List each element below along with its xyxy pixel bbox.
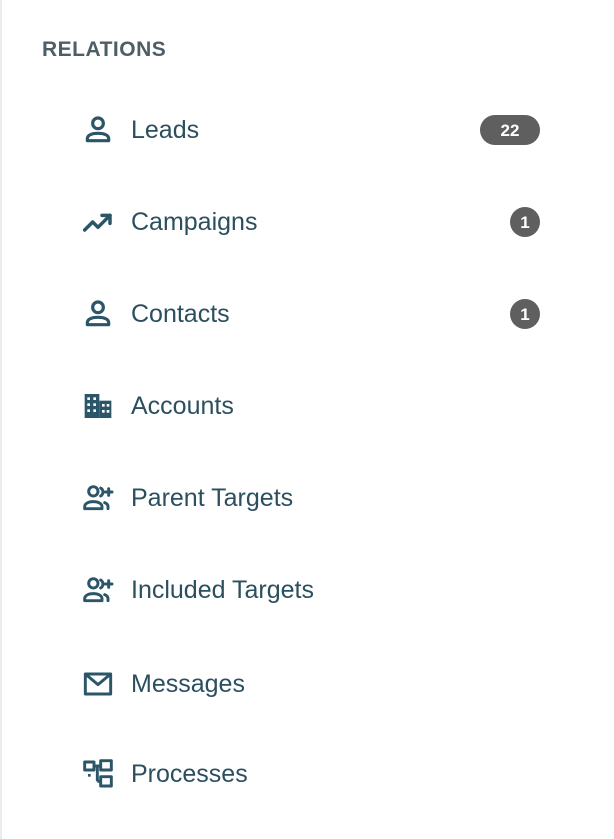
people-plus-icon	[80, 480, 116, 516]
nav-item-parent-targets[interactable]: Parent Targets	[2, 468, 614, 528]
count-badge: 1	[510, 207, 540, 237]
trending-up-icon	[80, 204, 116, 240]
nav-item-label: Leads	[131, 115, 200, 144]
count-badge: 22	[480, 115, 540, 145]
nav-item-label: Included Targets	[131, 575, 314, 604]
building-icon	[80, 388, 116, 424]
nav-item-label: Accounts	[131, 391, 234, 420]
nav-item-label: Messages	[131, 669, 245, 698]
person-icon	[80, 296, 116, 332]
nav-item-contacts[interactable]: Contacts 1	[2, 284, 614, 344]
nav-item-campaigns[interactable]: Campaigns 1	[2, 192, 614, 252]
nav-item-included-targets[interactable]: Included Targets	[2, 560, 614, 620]
nav-item-messages[interactable]: Messages	[2, 654, 614, 714]
nav-item-label: Contacts	[131, 299, 230, 328]
nav-item-label: Parent Targets	[131, 483, 294, 512]
section-title: RELATIONS	[42, 38, 167, 61]
nav-item-leads[interactable]: Leads 22	[2, 100, 614, 160]
nav-item-label: Processes	[131, 759, 248, 788]
nav-item-processes[interactable]: Processes	[2, 744, 614, 804]
nav-item-label: Campaigns	[131, 207, 258, 236]
envelope-icon	[80, 666, 116, 702]
people-plus-icon	[80, 572, 116, 608]
count-badge: 1	[510, 299, 540, 329]
process-flow-icon	[80, 756, 116, 792]
relations-panel: RELATIONS Leads 22 Campaigns 1 Contacts …	[0, 0, 614, 839]
nav-item-accounts[interactable]: Accounts	[2, 376, 614, 436]
person-icon	[80, 112, 116, 148]
